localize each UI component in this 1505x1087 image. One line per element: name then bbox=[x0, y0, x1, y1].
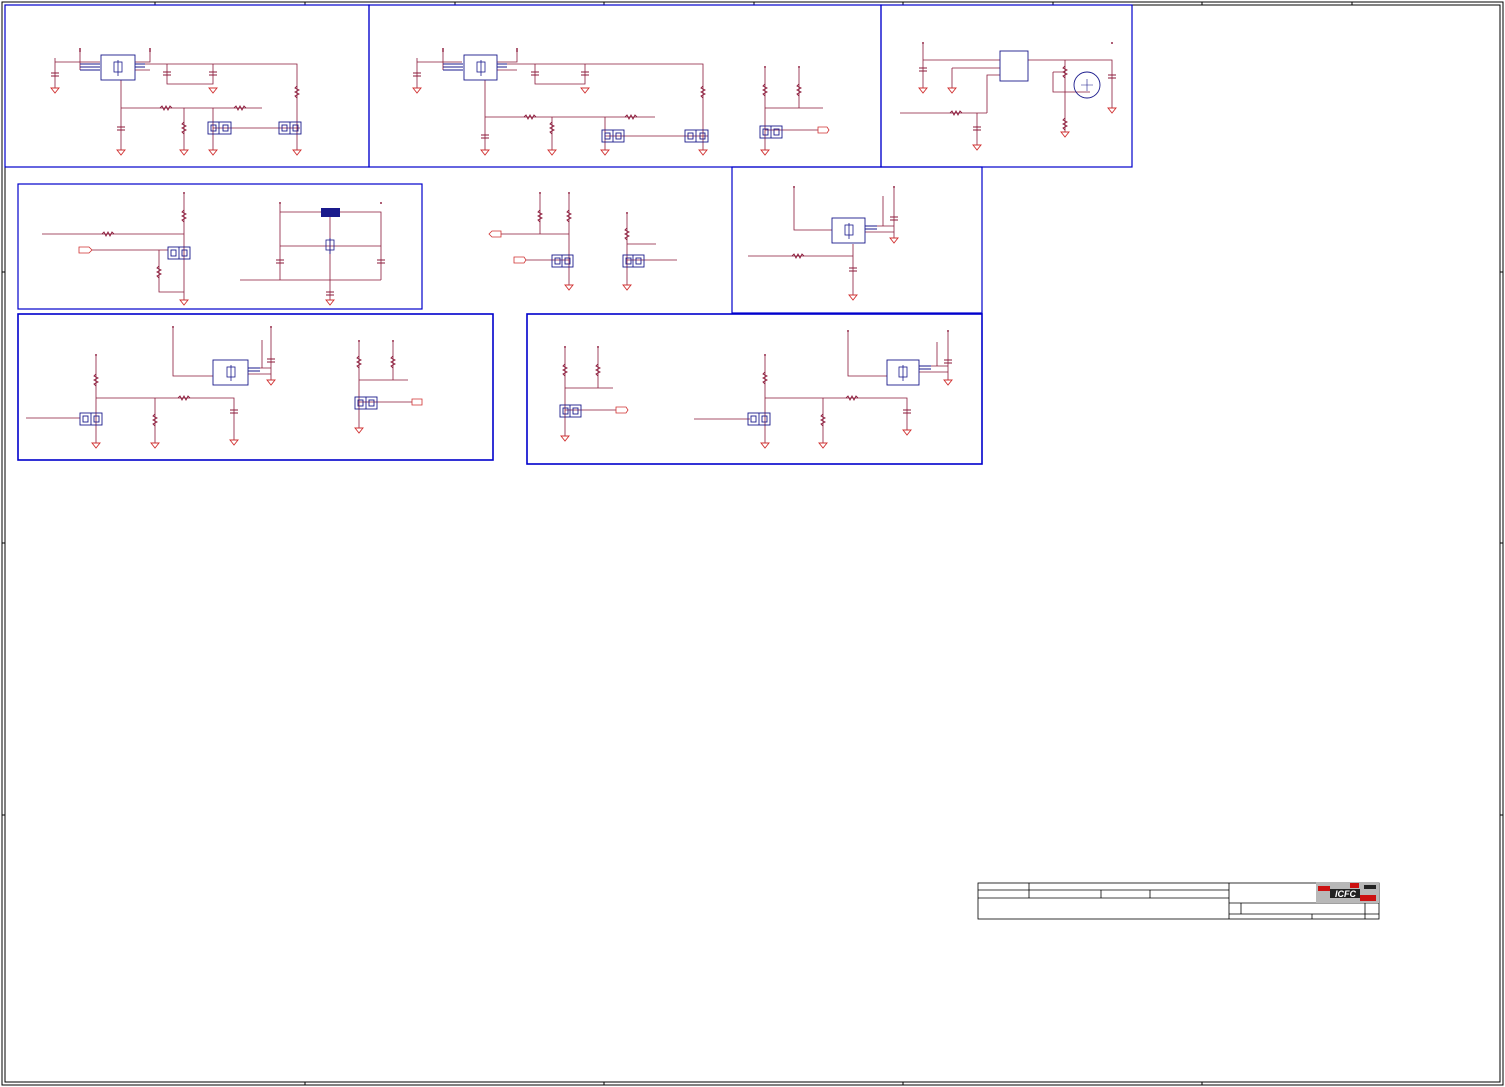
logo-text: ICFC bbox=[1335, 889, 1356, 899]
company-logo: ICFC bbox=[1316, 882, 1379, 903]
schematic-sheet: ICFC bbox=[0, 0, 1505, 1087]
fuse-component bbox=[321, 208, 340, 217]
